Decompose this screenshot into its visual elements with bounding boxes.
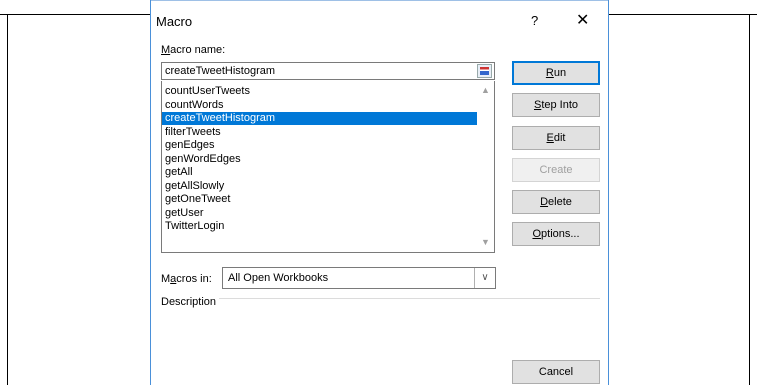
macro-list-item[interactable]: getAll xyxy=(162,166,477,179)
macro-name-input[interactable]: createTweetHistogram xyxy=(161,62,495,80)
create-button: Create xyxy=(512,158,600,182)
background-column-line xyxy=(7,15,8,385)
close-icon[interactable]: ✕ xyxy=(576,10,589,30)
scroll-up-icon[interactable]: ▲ xyxy=(481,85,490,95)
macro-list-item[interactable]: createTweetHistogram xyxy=(162,112,477,125)
background-column-line xyxy=(749,15,750,385)
cancel-button[interactable]: Cancel xyxy=(512,360,600,384)
help-button[interactable]: ? xyxy=(531,13,538,28)
macro-list-item[interactable]: getAllSlowly xyxy=(162,180,477,193)
description-label: Description xyxy=(161,296,217,308)
macro-name-value: createTweetHistogram xyxy=(165,65,276,77)
options-button[interactable]: Options... xyxy=(512,222,600,246)
range-picker-icon[interactable] xyxy=(477,64,492,78)
dialog-titlebar: Macro ? ✕ xyxy=(151,0,608,35)
macro-list-item[interactable]: genWordEdges xyxy=(162,153,477,166)
run-button[interactable]: Run xyxy=(512,61,600,85)
macro-list[interactable]: countUserTweets countWords createTweetHist… xyxy=(161,81,495,253)
macros-in-value: All Open Workbooks xyxy=(228,272,329,284)
macro-list-item[interactable]: getOneTweet xyxy=(162,193,477,206)
macro-list-item[interactable]: genEdges xyxy=(162,139,477,152)
edit-button[interactable]: Edit xyxy=(512,126,600,150)
macro-list-item[interactable]: countUserTweets xyxy=(162,85,477,98)
macro-list-item[interactable]: TwitterLogin xyxy=(162,220,477,233)
macro-list-item[interactable]: getUser xyxy=(162,207,477,220)
description-divider xyxy=(219,298,600,299)
step-into-button[interactable]: Step Into xyxy=(512,93,600,117)
chevron-down-icon[interactable]: ∨ xyxy=(474,268,495,288)
delete-button[interactable]: Delete xyxy=(512,190,600,214)
macros-in-select[interactable]: All Open Workbooks ∨ xyxy=(222,267,496,289)
macro-list-item[interactable]: filterTweets xyxy=(162,126,477,139)
macros-in-label: Macros in: xyxy=(161,273,212,285)
dialog-title: Macro xyxy=(156,14,193,29)
macro-name-label: Macro name: xyxy=(161,44,226,56)
scroll-down-icon[interactable]: ▼ xyxy=(481,237,490,247)
macro-dialog: Macro ? ✕ Macro name: createTweetHistogr… xyxy=(150,0,609,385)
list-scrollbar[interactable]: ▲ ▼ xyxy=(477,81,494,251)
macro-list-item[interactable]: countWords xyxy=(162,99,477,112)
